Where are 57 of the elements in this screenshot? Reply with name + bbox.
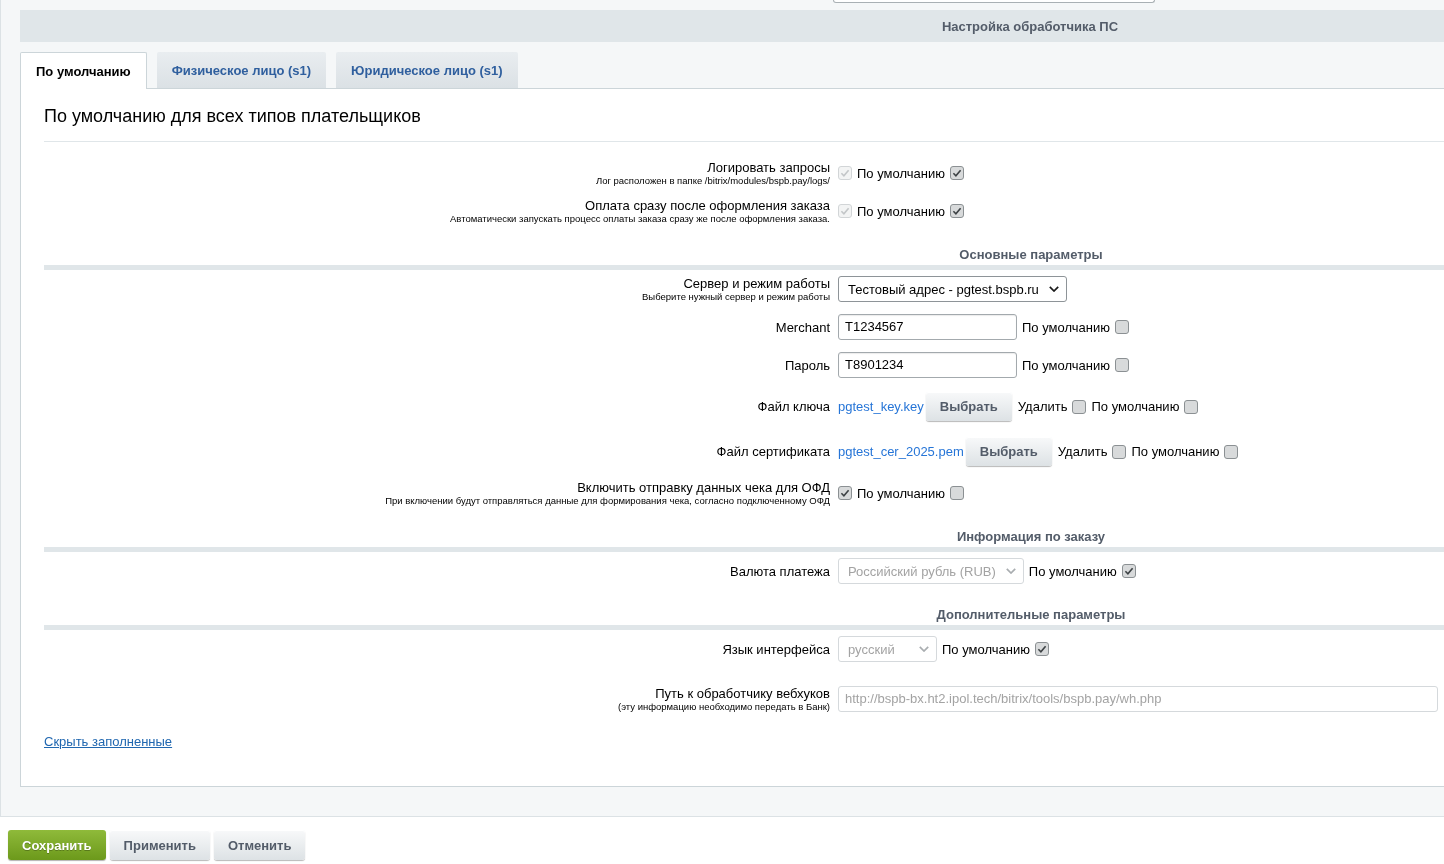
default-checkbox[interactable] (1224, 444, 1239, 459)
field-label: Файл ключа (757, 399, 830, 414)
delete-checkbox[interactable] (1072, 399, 1087, 414)
file-link[interactable]: pgtest_key.key (838, 399, 924, 414)
file-link[interactable]: pgtest_cer_2025.pem (838, 444, 964, 459)
default-checkbox[interactable] (1184, 399, 1199, 414)
caret-icon (919, 646, 929, 652)
input-field[interactable] (833, 0, 1155, 3)
default-checkbox[interactable] (1114, 320, 1129, 334)
page-heading: По умолчанию для всех типов плательщиков (44, 106, 421, 126)
delete-label: Удалить (1057, 444, 1108, 459)
field-label: Логировать запросы (707, 160, 830, 175)
default-label: По умолчанию (1091, 399, 1180, 414)
action-button[interactable]: Отменить (213, 830, 306, 860)
field-hint: (эту информацию необходимо передать в Банк) (618, 701, 830, 712)
delete-checkbox[interactable] (1112, 444, 1127, 459)
hide-filled-link[interactable]: Скрыть заполненные (44, 734, 173, 749)
caret-icon (1048, 286, 1059, 292)
field-label: Merchant (775, 319, 830, 335)
field-label: Файл сертификата (716, 444, 830, 459)
panel-title: Настройка обработчика ПС (941, 18, 1119, 34)
field-label: Пароль (784, 357, 830, 373)
action-button[interactable]: Применить (109, 830, 210, 860)
dropdown[interactable]: Тестовый адрес - pgtest.bspb.ru (838, 276, 1067, 302)
default-label: По умолчанию (857, 485, 945, 501)
field-hint: При включении будут отправляться данные для формирования чека, согласно подключенному ОФД (385, 495, 830, 506)
default-label: По умолчанию (1022, 319, 1110, 335)
tab[interactable]: По умолчанию (20, 52, 147, 89)
checkbox[interactable] (838, 486, 852, 500)
field-hint: Лог расположен в папке /bitrix/modules/bspb.pay/logs/ (595, 175, 830, 186)
section-title: Основные параметры (959, 247, 1103, 262)
default-label: По умолчанию (1022, 357, 1110, 373)
section-title: Информация по заказу (956, 529, 1106, 544)
field-label: Сервер и режим работы (683, 276, 830, 291)
field-label: Оплата сразу после оформления заказа (585, 198, 830, 213)
section-title: Дополнительные параметры (936, 607, 1126, 622)
text-field[interactable]: T8901234 (838, 352, 1017, 378)
default-label: По умолчанию (857, 165, 945, 181)
field-label: Язык интерфейса (722, 641, 830, 657)
tab[interactable]: Юридическое лицо (s1) (336, 52, 518, 88)
delete-label: Удалить (1017, 399, 1068, 414)
default-checkbox[interactable] (949, 486, 964, 500)
default-checkbox[interactable] (1114, 358, 1129, 372)
text-field[interactable]: T1234567 (838, 314, 1017, 340)
field-label: Путь к обработчику вебхуков (655, 686, 830, 701)
default-label: По умолчанию (1131, 444, 1220, 459)
choose-button[interactable]: Выбрать (925, 392, 1012, 421)
field-hint: Выберите нужный сервер и режим работы (642, 291, 830, 302)
tab[interactable]: Физическое лицо (s1) (156, 52, 327, 88)
field-hint: Автоматически запускать процесс оплаты заказа сразу же после оформления заказа. (450, 213, 830, 224)
choose-button[interactable]: Выбрать (965, 437, 1052, 466)
caret-icon (1005, 568, 1016, 574)
field-label: Включить отправку данных чека для ОФД (577, 480, 830, 495)
default-label: По умолчанию (857, 203, 945, 219)
default-label: По умолчанию (942, 641, 1030, 657)
field-label: Валюта платежа (730, 563, 830, 579)
default-label: По умолчанию (1028, 563, 1117, 579)
